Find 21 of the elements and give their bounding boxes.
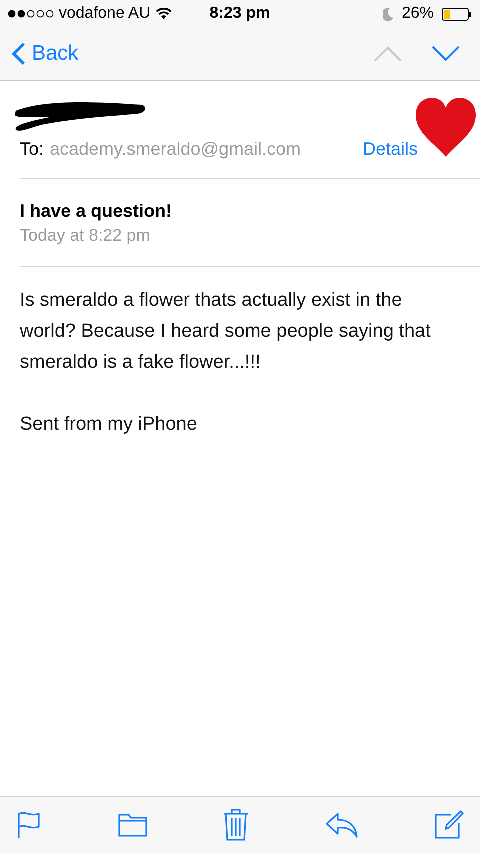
message-paragraph: Sent from my iPhone xyxy=(20,413,198,437)
message-subject: I have a question! xyxy=(20,201,174,222)
carrier-name: vodafone AU xyxy=(59,5,151,23)
to-label: To: xyxy=(20,139,44,160)
message-date: Today at 8:22 pm xyxy=(20,226,152,246)
reply-icon[interactable] xyxy=(324,812,358,838)
battery-icon xyxy=(442,8,472,20)
message-paragraph: Is smeraldo a flower thats actually exist in the world? Because I heard some people saying that smeraldo is a fake flower...!!! xyxy=(20,289,432,375)
clock-time: 8:23 pm xyxy=(210,5,270,23)
recipient-address: academy.smeraldo@gmail.com xyxy=(50,139,302,160)
back-button[interactable]: Back xyxy=(12,42,79,66)
flag-icon[interactable] xyxy=(16,811,42,839)
wifi-icon xyxy=(156,8,172,20)
folder-icon[interactable] xyxy=(118,812,148,838)
battery-percent: 26% xyxy=(402,5,434,23)
details-link[interactable]: Details xyxy=(362,139,418,160)
compose-icon[interactable] xyxy=(434,810,464,840)
chevron-left-icon xyxy=(12,42,26,66)
signal-icon xyxy=(8,10,54,18)
trash-icon[interactable] xyxy=(223,808,249,842)
moon-icon xyxy=(382,8,394,20)
